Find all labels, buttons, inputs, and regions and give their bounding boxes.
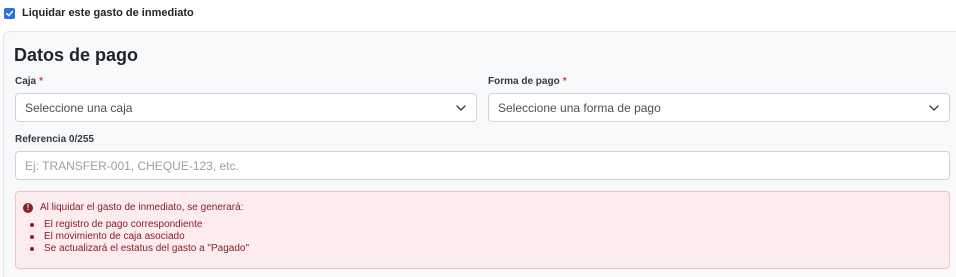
list-item: Se actualizará el estatus del gasto a "P… [30,243,249,255]
settle-now-label[interactable]: Liquidar este gasto de inmediato [22,7,194,19]
cash-box-label: Caja * [15,76,43,87]
cash-box-label-text: Caja [15,76,37,87]
checkmark-icon [6,10,14,16]
payment-method-select[interactable]: Seleccione una forma de pago [488,93,950,122]
payment-method-select-placeholder: Seleccione una forma de pago [498,100,661,115]
alert-heading-text: Al liquidar el gasto de inmediato, se ge… [40,202,244,213]
cash-box-select[interactable]: Seleccione una caja [15,93,477,122]
reference-label: Referencia 0/255 [15,134,94,145]
chevron-down-icon [929,105,939,111]
chevron-down-icon [456,105,466,111]
payment-method-label-text: Forma de pago [488,76,560,87]
alert-list: El registro de pago correspondiente El m… [30,219,249,255]
info-icon: ! [23,202,33,213]
settlement-info-alert: ! Al liquidar el gasto de inmediato, se … [15,191,950,269]
settle-now-checkbox[interactable] [4,7,15,19]
list-item: El registro de pago correspondiente [30,219,249,231]
cash-box-select-placeholder: Seleccione una caja [25,100,133,115]
required-mark: * [39,76,44,87]
list-item: El movimiento de caja asociado [30,231,249,243]
alert-heading: ! Al liquidar el gasto de inmediato, se … [23,202,243,213]
reference-input[interactable] [15,151,950,180]
payment-method-label: Forma de pago * [488,76,567,87]
settle-now-checkbox-row[interactable]: Liquidar este gasto de inmediato [4,6,194,20]
page-title: Datos de pago [14,45,139,65]
required-mark: * [562,76,567,87]
